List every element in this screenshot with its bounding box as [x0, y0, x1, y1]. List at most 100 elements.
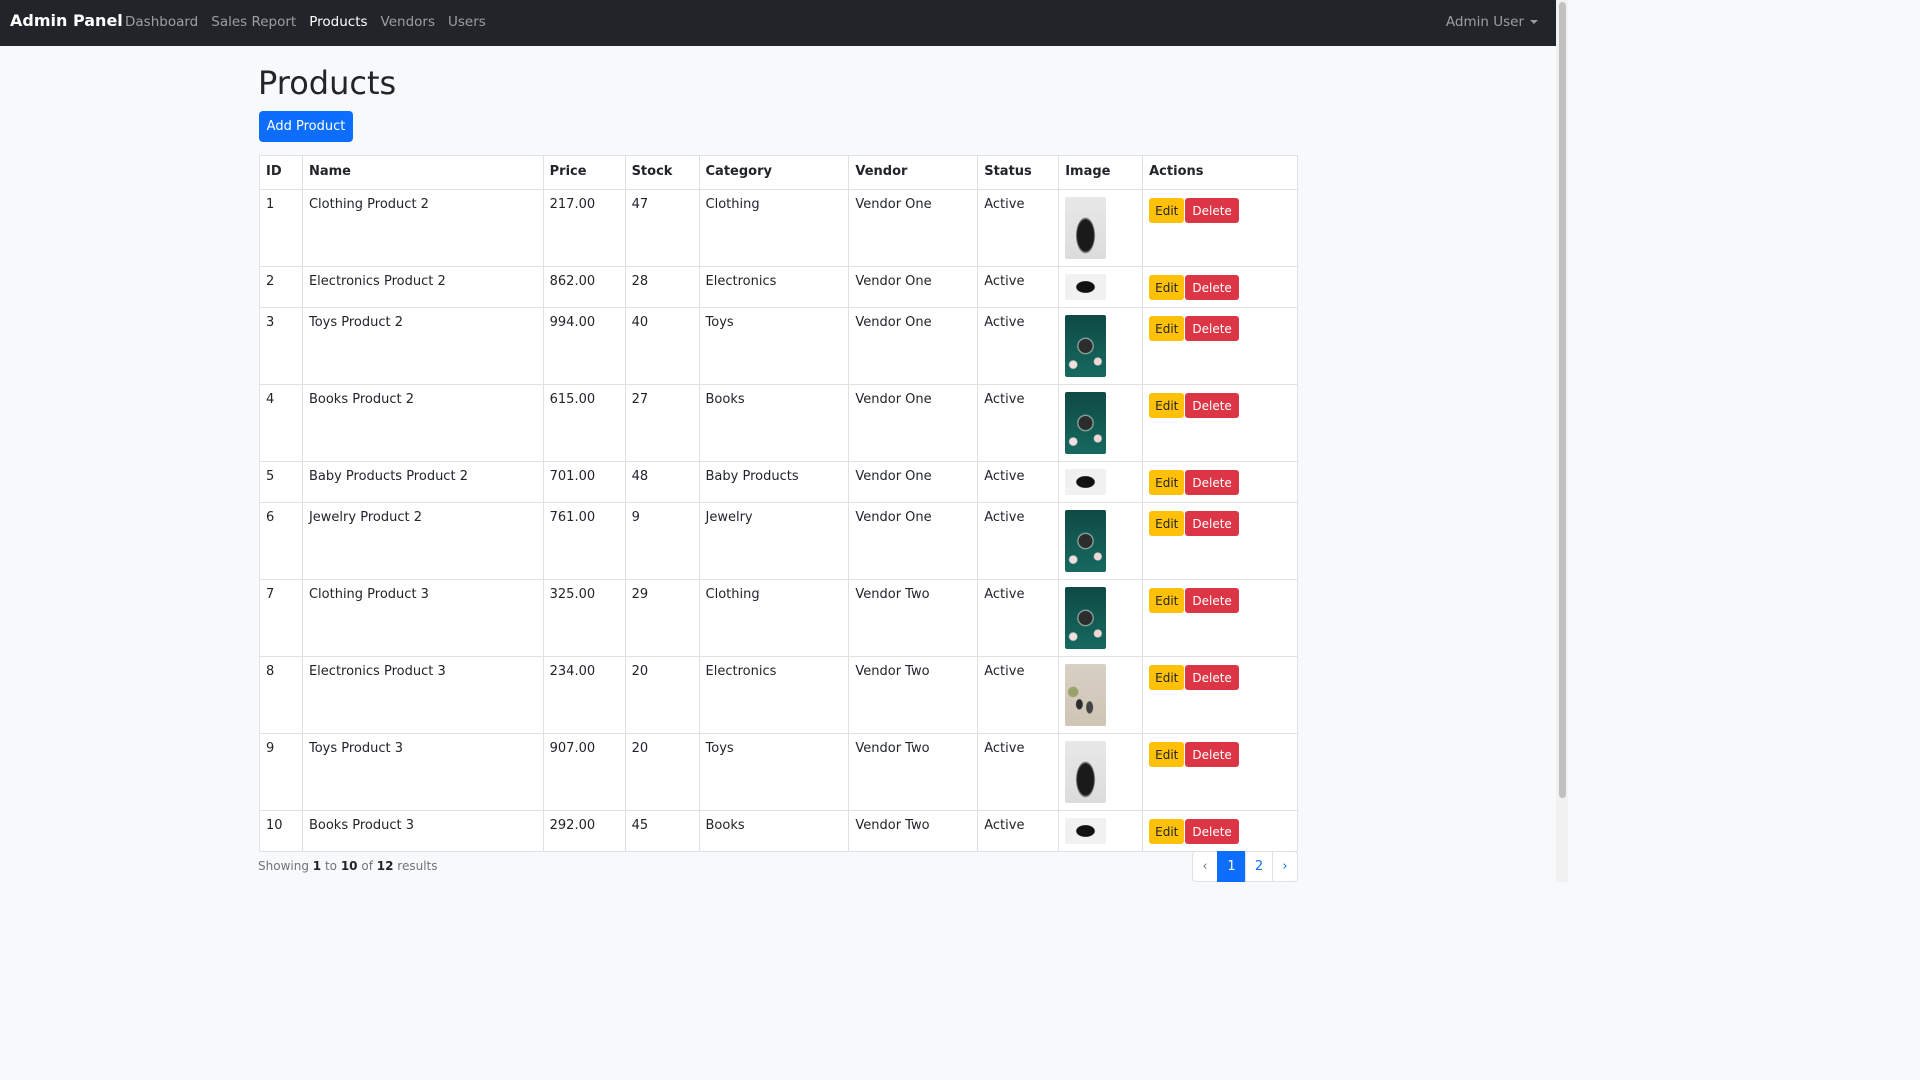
- delete-button[interactable]: Delete: [1185, 470, 1239, 495]
- cell-vendor: Vendor One: [848, 189, 979, 267]
- cell-category: Toys: [698, 733, 850, 811]
- showing-prefix: Showing: [258, 859, 309, 873]
- cell-actions: Edit Delete: [1142, 733, 1298, 811]
- showing-to-word: to: [324, 859, 337, 873]
- cell-stock: 40: [624, 307, 700, 385]
- table-row: 5 Baby Products Product 2 701.00 48 Baby…: [259, 461, 1298, 503]
- edit-button[interactable]: Edit: [1149, 275, 1185, 300]
- cell-image: [1058, 266, 1144, 308]
- product-thumbnail: [1065, 274, 1107, 300]
- cell-status: Active: [977, 266, 1060, 308]
- delete-button[interactable]: Delete: [1185, 588, 1239, 613]
- cell-actions: Edit Delete: [1142, 656, 1298, 734]
- pagination-page-2[interactable]: 2: [1245, 851, 1273, 882]
- pagination-prev-button[interactable]: ‹: [1192, 851, 1218, 882]
- cell-category: Toys: [698, 307, 850, 385]
- delete-button[interactable]: Delete: [1185, 198, 1239, 223]
- edit-button[interactable]: Edit: [1149, 511, 1185, 536]
- table-row: 3 Toys Product 2 994.00 40 Toys Vendor O…: [259, 307, 1298, 385]
- edit-button[interactable]: Edit: [1149, 316, 1185, 341]
- cell-id: 8: [259, 656, 303, 734]
- nav-link-products[interactable]: Products: [309, 14, 367, 30]
- column-header-category: Category: [698, 155, 850, 190]
- product-thumbnail: [1065, 587, 1107, 649]
- showing-to: 10: [340, 859, 358, 873]
- cell-name: Electronics Product 2: [301, 266, 544, 308]
- table-row: 8 Electronics Product 3 234.00 20 Electr…: [259, 656, 1298, 734]
- cell-image: [1058, 384, 1144, 462]
- column-header-price: Price: [542, 155, 626, 190]
- edit-button[interactable]: Edit: [1149, 742, 1185, 767]
- user-menu-dropdown[interactable]: Admin User: [1446, 14, 1538, 30]
- delete-button[interactable]: Delete: [1185, 511, 1239, 536]
- product-thumbnail: [1065, 510, 1107, 572]
- pagination: ‹ 1 2 ›: [1192, 851, 1298, 882]
- edit-button[interactable]: Edit: [1149, 198, 1185, 223]
- cell-name: Jewelry Product 2: [301, 502, 544, 580]
- cell-actions: Edit Delete: [1142, 502, 1298, 580]
- delete-button[interactable]: Delete: [1185, 316, 1239, 341]
- nav-link-users[interactable]: Users: [448, 14, 486, 30]
- vertical-scrollbar[interactable]: [1556, 0, 1568, 882]
- table-row: 2 Electronics Product 2 862.00 28 Electr…: [259, 266, 1298, 308]
- delete-button[interactable]: Delete: [1185, 393, 1239, 418]
- pagination-page-1[interactable]: 1: [1217, 851, 1246, 882]
- brand-logo[interactable]: Admin Panel: [10, 11, 123, 30]
- edit-button[interactable]: Edit: [1149, 393, 1185, 418]
- scrollbar-thumb[interactable]: [1559, 2, 1566, 798]
- products-table: ID Name Price Stock Category Vendor Stat…: [259, 155, 1298, 852]
- cell-name: Books Product 2: [301, 384, 544, 462]
- page-title: Products: [258, 64, 397, 102]
- cell-vendor: Vendor Two: [848, 733, 979, 811]
- add-product-button[interactable]: Add Product: [259, 111, 353, 142]
- cell-vendor: Vendor One: [848, 502, 979, 580]
- cell-image: [1058, 810, 1144, 852]
- cell-actions: Edit Delete: [1142, 579, 1298, 657]
- column-header-vendor: Vendor: [848, 155, 979, 190]
- cell-category: Books: [698, 384, 850, 462]
- cell-category: Books: [698, 810, 850, 852]
- cell-category: Clothing: [698, 189, 850, 267]
- column-header-status: Status: [977, 155, 1060, 190]
- cell-status: Active: [977, 384, 1060, 462]
- cell-id: 7: [259, 579, 303, 657]
- showing-results-word: results: [397, 859, 438, 873]
- cell-status: Active: [977, 502, 1060, 580]
- cell-image: [1058, 656, 1144, 734]
- cell-stock: 9: [624, 502, 700, 580]
- cell-name: Baby Products Product 2: [301, 461, 544, 503]
- delete-button[interactable]: Delete: [1185, 742, 1239, 767]
- delete-button[interactable]: Delete: [1185, 275, 1239, 300]
- cell-stock: 45: [624, 810, 700, 852]
- cell-category: Clothing: [698, 579, 850, 657]
- delete-button[interactable]: Delete: [1185, 819, 1239, 844]
- cell-image: [1058, 189, 1144, 267]
- cell-price: 615.00: [542, 384, 626, 462]
- cell-status: Active: [977, 656, 1060, 734]
- table-row: 10 Books Product 3 292.00 45 Books Vendo…: [259, 810, 1298, 852]
- cell-status: Active: [977, 733, 1060, 811]
- nav-link-sales-report[interactable]: Sales Report: [211, 14, 296, 30]
- cell-price: 701.00: [542, 461, 626, 503]
- pagination-next-button[interactable]: ›: [1272, 851, 1298, 882]
- delete-button[interactable]: Delete: [1185, 665, 1239, 690]
- cell-stock: 20: [624, 656, 700, 734]
- cell-name: Clothing Product 3: [301, 579, 544, 657]
- cell-image: [1058, 733, 1144, 811]
- nav-link-vendors[interactable]: Vendors: [381, 14, 435, 30]
- edit-button[interactable]: Edit: [1149, 470, 1185, 495]
- cell-status: Active: [977, 307, 1060, 385]
- cell-actions: Edit Delete: [1142, 307, 1298, 385]
- cell-stock: 48: [624, 461, 700, 503]
- product-thumbnail: [1065, 741, 1107, 803]
- edit-button[interactable]: Edit: [1149, 665, 1185, 690]
- user-menu-label: Admin User: [1445, 14, 1524, 30]
- edit-button[interactable]: Edit: [1149, 588, 1185, 613]
- table-header-row: ID Name Price Stock Category Vendor Stat…: [259, 155, 1298, 190]
- edit-button[interactable]: Edit: [1149, 819, 1185, 844]
- cell-actions: Edit Delete: [1142, 384, 1298, 462]
- column-header-stock: Stock: [624, 155, 700, 190]
- cell-status: Active: [977, 579, 1060, 657]
- nav-link-dashboard[interactable]: Dashboard: [125, 14, 198, 30]
- cell-name: Books Product 3: [301, 810, 544, 852]
